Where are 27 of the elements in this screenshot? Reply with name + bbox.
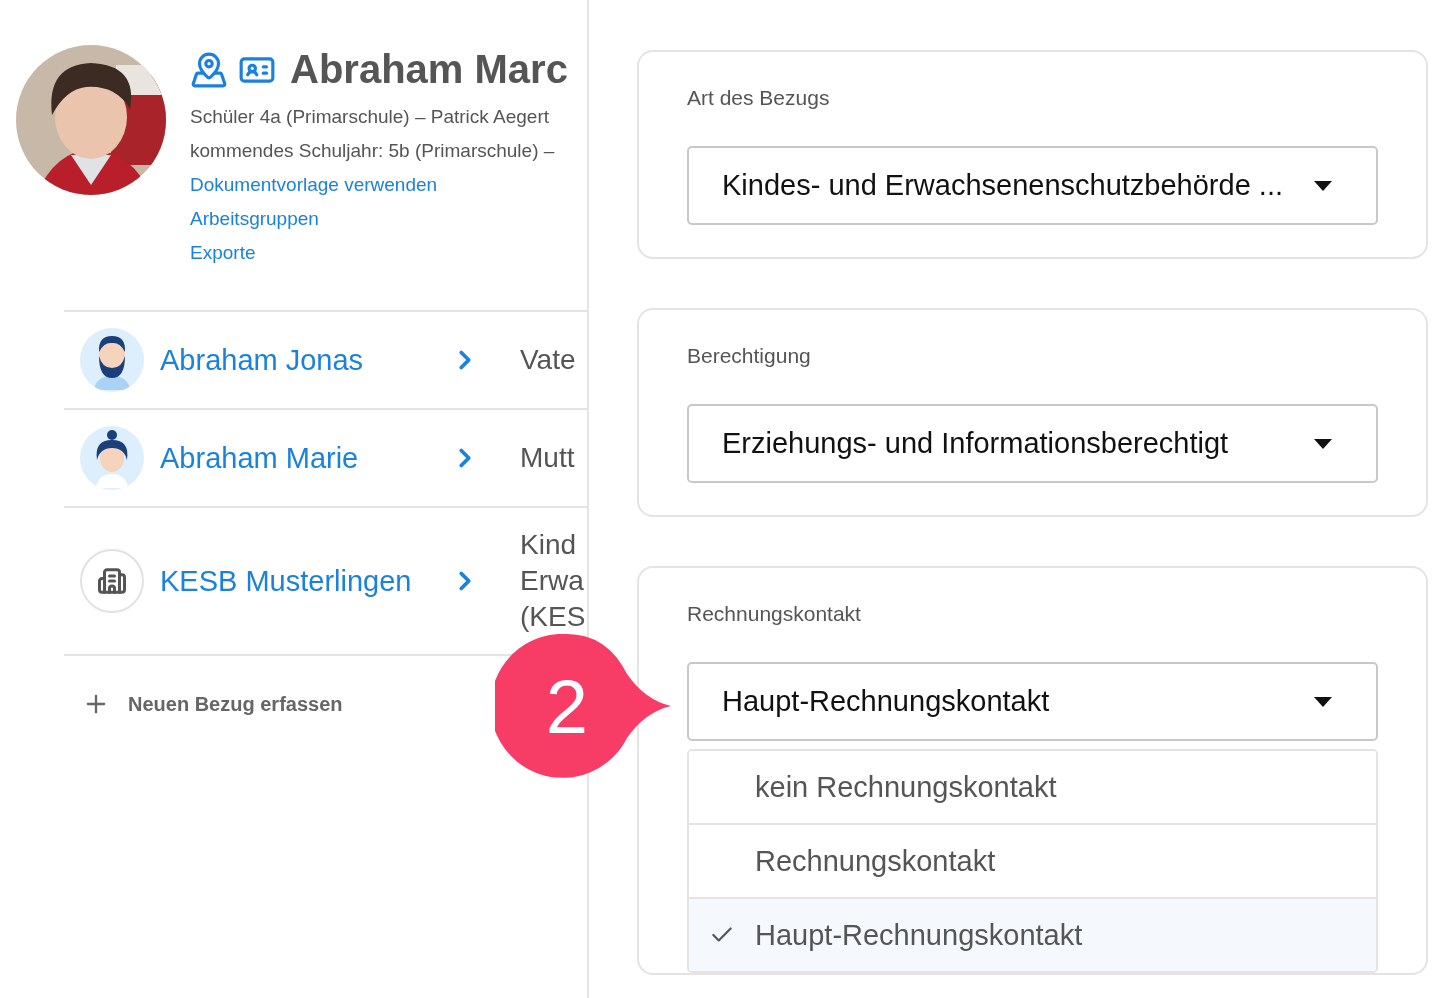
relation-name[interactable]: Abraham Jonas <box>160 343 450 377</box>
field-label: Art des Bezugs <box>687 86 831 110</box>
person-info: Schüler 4a (Primarschule) – Patrick Aegert <box>190 105 551 129</box>
field-label: Rechnungskontakt <box>687 602 862 626</box>
person-link[interactable]: Arbeitsgruppen <box>190 202 568 236</box>
person-link[interactable]: Exporte <box>190 236 568 270</box>
map-pin-icon[interactable] <box>190 50 228 89</box>
person-info: kommendes Schuljahr: 5b (Primarschule) – <box>190 139 556 163</box>
relation-name[interactable]: Abraham Marie <box>160 441 450 475</box>
dropdown-option[interactable]: Haupt-Rechnungskontakt <box>689 897 1376 971</box>
relation-type: Vate <box>520 343 576 377</box>
caret-icon <box>1314 696 1332 707</box>
relation-type: Erwa <box>520 564 585 598</box>
relation-type: Mutt <box>520 441 575 475</box>
add-relation-button[interactable]: Neuen Bezug erfassen <box>82 690 343 718</box>
person-link[interactable]: Dokumentvorlage verwenden <box>190 168 568 202</box>
relation-type: Kind <box>520 528 578 562</box>
caret-icon <box>1314 180 1332 191</box>
relation-type: (KES <box>520 600 586 634</box>
caret-icon <box>1314 438 1332 449</box>
field-label: Berechtigung <box>687 344 812 368</box>
select-field[interactable]: Kindes- und Erwachsenenschutzbehörde ... <box>687 146 1378 225</box>
select-field[interactable]: Haupt-Rechnungskontakt <box>687 662 1378 741</box>
select-field[interactable]: Erziehungs- und Informationsberechtigt <box>687 404 1378 483</box>
relation-name[interactable]: KESB Musterlingen <box>160 564 450 598</box>
building-icon <box>97 566 127 596</box>
person-name: Abraham Marc <box>290 47 568 92</box>
